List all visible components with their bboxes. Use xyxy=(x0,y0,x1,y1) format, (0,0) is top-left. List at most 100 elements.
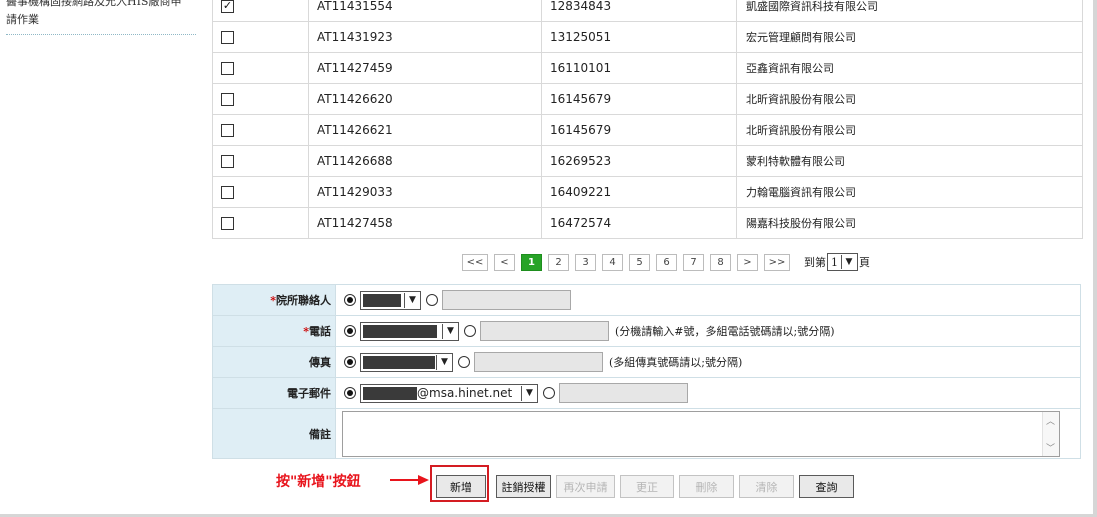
phone-select[interactable]: ▼ xyxy=(360,321,459,341)
page-jump-select[interactable]: 1 ▼ xyxy=(827,253,858,271)
email-select-radio[interactable] xyxy=(344,387,356,399)
reapply-button[interactable]: 再次申請 xyxy=(556,475,615,498)
contact-form: *院所聯絡人 ▼ *電話 ▼ (分機請輸入#號，多組電話號碼請以;號分隔) 傳真… xyxy=(212,284,1081,459)
form-row-contact: *院所聯絡人 ▼ xyxy=(212,284,1081,316)
query-button[interactable]: 查詢 xyxy=(799,475,854,498)
checkbox-icon[interactable] xyxy=(221,93,234,106)
table-row[interactable]: AT11431923 13125051 宏元管理顧問有限公司 xyxy=(212,21,1083,53)
cancel-auth-button[interactable]: 註銷授權 xyxy=(496,475,551,498)
scroll-down-icon[interactable]: ﹀ xyxy=(1046,441,1055,454)
form-row-note: 備註 ︿ ﹀ xyxy=(212,408,1081,459)
email-input-radio[interactable] xyxy=(543,387,555,399)
company-name: 亞鑫資訊有限公司 xyxy=(736,52,1083,84)
tax-id: 13125051 xyxy=(541,21,737,53)
phone-select-radio[interactable] xyxy=(344,325,356,337)
page-button-7[interactable]: 7 xyxy=(683,253,704,271)
tax-id: 16409221 xyxy=(541,176,737,208)
row-select-cell xyxy=(212,52,309,84)
checkbox-icon[interactable] xyxy=(221,62,234,75)
first-page-button[interactable]: << xyxy=(462,253,488,271)
checkbox-icon[interactable] xyxy=(221,31,234,44)
contact-select-radio[interactable] xyxy=(344,294,356,306)
page-jump-prefix: 到第 xyxy=(804,256,826,269)
fax-input[interactable] xyxy=(474,352,603,372)
modify-button[interactable]: 更正 xyxy=(620,475,674,498)
application-number: AT11426621 xyxy=(308,114,542,146)
tax-id: 12834843 xyxy=(541,0,737,22)
page-button-5[interactable]: 5 xyxy=(629,253,650,271)
fax-hint: (多組傳真號碼請以;號分隔) xyxy=(609,356,743,369)
application-number: AT11431554 xyxy=(308,0,542,22)
instruction-annotation: 按"新增"按鈕 xyxy=(276,474,361,490)
phone-label: *電話 xyxy=(212,315,336,347)
checkbox-icon[interactable] xyxy=(221,217,234,230)
sidebar-divider xyxy=(6,34,196,35)
email-label-text: 電子郵件 xyxy=(287,387,331,400)
table-row[interactable]: AT11426620 16145679 北昕資訊股份有限公司 xyxy=(212,83,1083,115)
row-select-cell: ✓ xyxy=(212,0,309,22)
table-row[interactable]: AT11429033 16409221 力翰電腦資訊有限公司 xyxy=(212,176,1083,208)
application-number: AT11427458 xyxy=(308,207,542,239)
note-textarea[interactable]: ︿ ﹀ xyxy=(342,411,1060,457)
fax-select-radio[interactable] xyxy=(344,356,356,368)
page-button-2[interactable]: 2 xyxy=(548,253,569,271)
application-number: AT11426688 xyxy=(308,145,542,177)
email-input[interactable] xyxy=(559,383,688,403)
sidebar-item-application[interactable]: 醫事機構固接網路及允入HIS廠商申請作業 xyxy=(6,0,196,29)
page-button-8[interactable]: 8 xyxy=(710,253,731,271)
page-button-4[interactable]: 4 xyxy=(602,253,623,271)
page-button-3[interactable]: 3 xyxy=(575,253,596,271)
redacted-block xyxy=(363,293,401,307)
page-button-1[interactable]: 1 xyxy=(521,253,542,271)
fax-select[interactable]: ▼ xyxy=(360,352,453,372)
tax-id: 16472574 xyxy=(541,207,737,239)
scroll-up-icon[interactable]: ︿ xyxy=(1046,414,1055,427)
phone-value-cell: ▼ (分機請輸入#號，多組電話號碼請以;號分隔) xyxy=(335,315,1081,347)
table-row[interactable]: ✓ AT11431554 12834843 凱盛國際資訊科技有限公司 xyxy=(212,0,1083,22)
last-page-button[interactable]: >> xyxy=(764,253,790,271)
prev-page-button[interactable]: < xyxy=(494,253,515,271)
add-button[interactable]: 新增 xyxy=(436,475,486,498)
company-name: 力翰電腦資訊有限公司 xyxy=(736,176,1083,208)
table-row[interactable]: AT11426688 16269523 蒙利特軟體有限公司 xyxy=(212,145,1083,177)
phone-input[interactable] xyxy=(480,321,609,341)
checkbox-icon[interactable]: ✓ xyxy=(221,0,234,13)
company-name: 蒙利特軟體有限公司 xyxy=(736,145,1083,177)
action-buttons: 新增 註銷授權 再次申請 更正 刪除 清除 查詢 xyxy=(436,475,859,498)
checkbox-icon[interactable] xyxy=(221,124,234,137)
tax-id: 16145679 xyxy=(541,114,737,146)
contact-input-radio[interactable] xyxy=(426,294,438,306)
application-number: AT11431923 xyxy=(308,21,542,53)
company-name: 北昕資訊股份有限公司 xyxy=(736,114,1083,146)
phone-input-radio[interactable] xyxy=(464,325,476,337)
table-row[interactable]: AT11427458 16472574 陽嘉科技股份有限公司 xyxy=(212,207,1083,239)
application-number: AT11427459 xyxy=(308,52,542,84)
checkbox-icon[interactable] xyxy=(221,186,234,199)
tax-id: 16145679 xyxy=(541,83,737,115)
note-scrollbar[interactable]: ︿ ﹀ xyxy=(1042,412,1059,456)
chevron-down-icon: ▼ xyxy=(404,292,420,308)
tax-id: 16110101 xyxy=(541,52,737,84)
chevron-down-icon: ▼ xyxy=(841,255,856,269)
clear-button[interactable]: 清除 xyxy=(739,475,794,498)
page-button-6[interactable]: 6 xyxy=(656,253,677,271)
contact-label: *院所聯絡人 xyxy=(212,284,336,316)
contact-select[interactable]: ▼ xyxy=(360,290,421,310)
fax-input-radio[interactable] xyxy=(458,356,470,368)
page-jump-suffix: 頁 xyxy=(859,256,870,269)
results-table: ✓ AT11431554 12834843 凱盛國際資訊科技有限公司 AT1143192… xyxy=(212,0,1083,239)
page-jump-value: 1 xyxy=(831,255,838,269)
form-row-phone: *電話 ▼ (分機請輸入#號，多組電話號碼請以;號分隔) xyxy=(212,315,1081,347)
row-select-cell xyxy=(212,145,309,177)
checkbox-icon[interactable] xyxy=(221,155,234,168)
delete-button[interactable]: 刪除 xyxy=(679,475,734,498)
application-number: AT11426620 xyxy=(308,83,542,115)
table-row[interactable]: AT11426621 16145679 北昕資訊股份有限公司 xyxy=(212,114,1083,146)
window-frame-right xyxy=(1093,0,1097,517)
email-select[interactable]: @msa.hinet.net ▼ xyxy=(360,383,538,403)
table-row[interactable]: AT11427459 16110101 亞鑫資訊有限公司 xyxy=(212,52,1083,84)
redacted-block xyxy=(363,355,435,369)
next-page-button[interactable]: > xyxy=(737,253,758,271)
phone-label-text: 電話 xyxy=(309,325,331,338)
contact-input[interactable] xyxy=(442,290,571,310)
